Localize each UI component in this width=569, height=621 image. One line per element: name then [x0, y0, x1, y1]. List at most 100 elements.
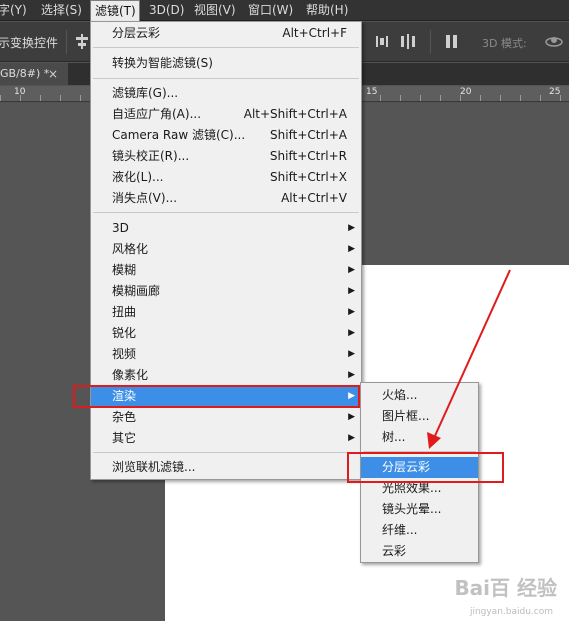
submenu-item-label: 镜头光晕...: [382, 502, 442, 516]
submenu-item-fibers[interactable]: 纤维...: [361, 520, 478, 541]
options-separator: [66, 30, 67, 54]
menu-item-blur-gallery[interactable]: 模糊画廊 ▶: [91, 281, 361, 302]
menu-item-other[interactable]: 其它 ▶: [91, 428, 361, 449]
3d-orbit-icon[interactable]: [544, 34, 564, 49]
chevron-right-icon: ▶: [348, 328, 355, 338]
menu-item-filter-gallery[interactable]: 滤镜库(G)...: [91, 83, 361, 104]
document-tab[interactable]: GB/8#) * ×: [0, 63, 68, 85]
chevron-right-icon: ▶: [348, 286, 355, 296]
align-icon[interactable]: [75, 34, 89, 49]
menu-item-label: 镜头校正(R)...: [112, 149, 190, 163]
submenu-item-flame[interactable]: 火焰...: [361, 385, 478, 406]
submenu-item-label: 光照效果...: [382, 481, 442, 495]
menu-item-label: 转换为智能滤镜(S): [112, 56, 213, 70]
menu-item-vanishing-point[interactable]: 消失点(V)... Alt+Ctrl+V: [91, 188, 361, 209]
menu-item-label: 锐化: [112, 326, 137, 340]
menu-item-convert-smart-filters[interactable]: 转换为智能滤镜(S): [91, 53, 361, 74]
menu-item-shortcut: Alt+Shift+Ctrl+A: [243, 107, 347, 121]
chevron-right-icon: ▶: [348, 433, 355, 443]
submenu-item-label: 云彩: [382, 544, 407, 558]
menu-item-noise[interactable]: 杂色 ▶: [91, 407, 361, 428]
menu-item-label: Camera Raw 滤镜(C)...: [112, 128, 246, 142]
menu-separator: [93, 78, 359, 79]
menu-3d[interactable]: 3D(D): [149, 0, 184, 21]
chevron-right-icon: ▶: [348, 244, 355, 254]
menu-item-label: 模糊: [112, 263, 137, 277]
ruler-label: 10: [14, 87, 26, 97]
annotation-highlight-difference-clouds: [347, 452, 504, 483]
menu-item-shortcut: Shift+Ctrl+A: [270, 128, 347, 142]
close-icon[interactable]: ×: [48, 63, 58, 85]
chevron-right-icon: ▶: [348, 370, 355, 380]
options-separator: [430, 30, 431, 54]
menu-item-3d[interactable]: 3D ▶: [91, 218, 361, 239]
menu-item-label: 分层云彩: [112, 26, 161, 40]
menu-item-label: 风格化: [112, 242, 149, 256]
menu-item-label: 扭曲: [112, 305, 137, 319]
submenu-item-label: 纤维...: [382, 523, 418, 537]
filter-menu: 分层云彩 Alt+Ctrl+F 转换为智能滤镜(S) 滤镜库(G)... 自适应…: [90, 21, 362, 480]
menu-item-label: 消失点(V)...: [112, 191, 178, 205]
menu-item-label: 其它: [112, 431, 137, 445]
submenu-item-tree[interactable]: 树...: [361, 427, 478, 448]
chevron-right-icon: ▶: [348, 349, 355, 359]
submenu-item-picture-frame[interactable]: 图片框...: [361, 406, 478, 427]
menu-item-blur[interactable]: 模糊 ▶: [91, 260, 361, 281]
menu-window[interactable]: 窗口(W): [248, 0, 293, 21]
menu-help[interactable]: 帮助(H): [306, 0, 348, 21]
submenu-item-lens-flare[interactable]: 镜头光晕...: [361, 499, 478, 520]
chevron-right-icon: ▶: [348, 307, 355, 317]
menu-bar: 字(Y) 选择(S) 滤镜(T) 3D(D) 视图(V) 窗口(W) 帮助(H): [0, 0, 569, 21]
menu-item-video[interactable]: 视频 ▶: [91, 344, 361, 365]
submenu-item-label: 图片框...: [382, 409, 430, 423]
transform-controls-label[interactable]: 示变换控件: [0, 34, 58, 51]
menu-item-shortcut: Shift+Ctrl+X: [270, 170, 347, 184]
document-tab-title: GB/8#) *: [0, 67, 50, 80]
menu-type[interactable]: 字(Y): [0, 0, 27, 21]
menu-item-label: 3D: [112, 221, 129, 235]
menu-item-label: 自适应广角(A)...: [112, 107, 202, 121]
menu-item-distort[interactable]: 扭曲 ▶: [91, 302, 361, 323]
menu-item-browse-filters-online[interactable]: 浏览联机滤镜...: [91, 457, 361, 478]
menu-item-stylize[interactable]: 风格化 ▶: [91, 239, 361, 260]
baidu-watermark-url: jingyan.baidu.com: [469, 607, 553, 617]
menu-item-label: 杂色: [112, 410, 137, 424]
ruler-label: 20: [460, 87, 472, 97]
menu-select[interactable]: 选择(S): [41, 0, 82, 21]
chevron-right-icon: ▶: [348, 265, 355, 275]
chevron-right-icon: ▶: [348, 223, 355, 233]
menu-item-label: 视频: [112, 347, 137, 361]
menu-item-clouds-difference[interactable]: 分层云彩 Alt+Ctrl+F: [91, 23, 361, 44]
3d-mode-label: 3D 模式:: [482, 37, 527, 50]
menu-separator: [93, 452, 359, 453]
menu-item-lens-correction[interactable]: 镜头校正(R)... Shift+Ctrl+R: [91, 146, 361, 167]
menu-item-label: 像素化: [112, 368, 149, 382]
ruler-label: 25: [549, 87, 561, 97]
menu-item-shortcut: Shift+Ctrl+R: [269, 149, 347, 163]
menu-item-pixelate[interactable]: 像素化 ▶: [91, 365, 361, 386]
menu-item-label: 模糊画廊: [112, 284, 161, 298]
menu-item-shortcut: Alt+Ctrl+V: [281, 191, 347, 205]
submenu-item-label: 火焰...: [382, 388, 418, 402]
submenu-item-label: 树...: [382, 430, 406, 444]
menu-separator: [93, 47, 359, 48]
menu-view[interactable]: 视图(V): [194, 0, 236, 21]
menu-separator: [93, 212, 359, 213]
submenu-item-clouds[interactable]: 云彩: [361, 541, 478, 562]
auto-align-icon[interactable]: [445, 34, 459, 49]
menu-item-sharpen[interactable]: 锐化 ▶: [91, 323, 361, 344]
menu-item-label: 液化(L)...: [112, 170, 164, 184]
menu-item-label: 滤镜库(G)...: [112, 86, 179, 100]
chevron-right-icon: ▶: [348, 412, 355, 422]
annotation-highlight-render: [73, 385, 360, 408]
baidu-watermark-logo: Bai百 经验: [454, 576, 557, 600]
menu-item-shortcut: Alt+Ctrl+F: [282, 26, 347, 40]
menu-item-label: 浏览联机滤镜...: [112, 460, 196, 474]
ruler-label: 15: [366, 87, 378, 97]
distribute-left-icon[interactable]: [376, 34, 390, 49]
menu-item-camera-raw[interactable]: Camera Raw 滤镜(C)... Shift+Ctrl+A: [91, 125, 361, 146]
menu-item-liquify[interactable]: 液化(L)... Shift+Ctrl+X: [91, 167, 361, 188]
menu-item-adaptive-wide-angle[interactable]: 自适应广角(A)... Alt+Shift+Ctrl+A: [91, 104, 361, 125]
distribute-center-icon[interactable]: [401, 34, 415, 49]
menu-filter[interactable]: 滤镜(T): [90, 0, 140, 21]
